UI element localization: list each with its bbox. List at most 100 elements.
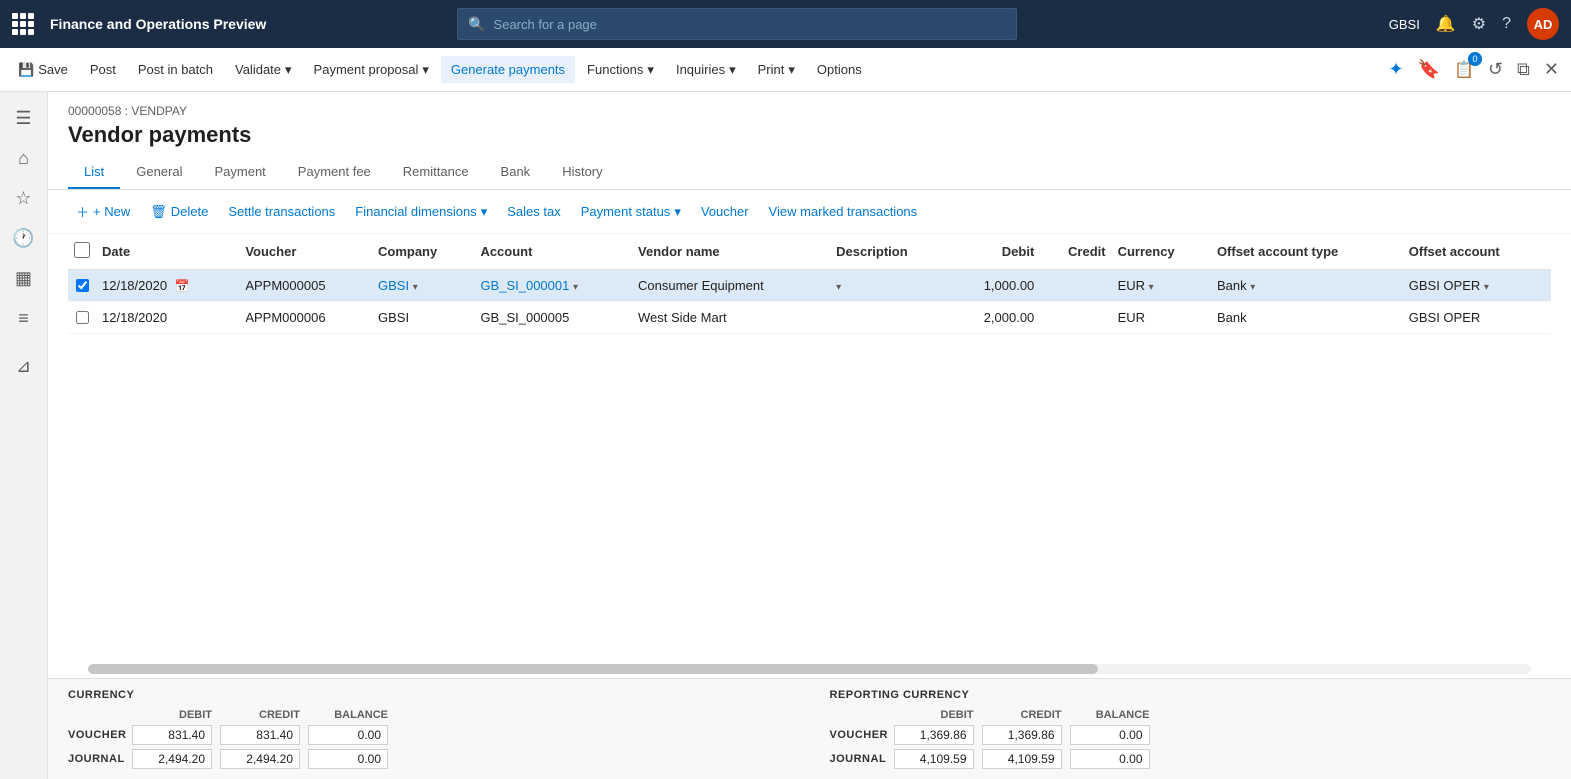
refresh-icon[interactable]: ↺ xyxy=(1484,55,1507,84)
col-header-company: Company xyxy=(372,234,474,270)
top-bar-right: GBSI 🔔 ⚙ ? AD xyxy=(1389,8,1559,40)
close-icon[interactable]: ✕ xyxy=(1540,55,1563,84)
delete-button[interactable]: 🗑 Delete xyxy=(142,200,216,224)
validate-chevron-icon: ▾ xyxy=(285,62,292,78)
scrollbar-track[interactable] xyxy=(88,664,1531,674)
inquiries-button[interactable]: Inquiries ▾ xyxy=(666,56,746,84)
delete-icon: 🗑 xyxy=(150,204,167,220)
offset-account-dropdown-icon[interactable]: ▾ xyxy=(1484,282,1489,293)
financial-dimensions-button[interactable]: Financial dimensions ▾ xyxy=(347,200,495,224)
notification-icon[interactable]: 🔔 xyxy=(1436,14,1456,34)
sidebar-list-icon[interactable]: ≡ xyxy=(6,300,42,336)
cell-offset-account[interactable]: GBSI OPER ▾ xyxy=(1403,270,1551,302)
col-header-account: Account xyxy=(474,234,632,270)
reporting-journal-row: JOURNAL 4,109.59 4,109.59 0.00 xyxy=(830,749,1552,769)
validate-button[interactable]: Validate ▾ xyxy=(225,56,302,84)
cell-description[interactable]: ▾ xyxy=(830,270,950,302)
post-button[interactable]: Post xyxy=(80,56,126,83)
offset-type-dropdown-icon[interactable]: ▾ xyxy=(1250,282,1255,293)
sidebar-home-icon[interactable]: ⌂ xyxy=(6,140,42,176)
cell-credit xyxy=(1040,302,1111,334)
bookmark-icon[interactable]: 🔖 xyxy=(1414,55,1444,84)
settle-transactions-button[interactable]: Settle transactions xyxy=(220,200,343,223)
sidebar-star-icon[interactable]: ☆ xyxy=(6,180,42,216)
sidebar-grid-icon[interactable]: ▦ xyxy=(6,260,42,296)
cell-company: GBSI xyxy=(372,302,474,334)
cell-company[interactable]: GBSI ▾ xyxy=(372,270,474,302)
currency-summary-title: CURRENCY xyxy=(68,689,790,701)
options-button[interactable]: Options xyxy=(807,56,872,83)
currency-journal-balance: 0.00 xyxy=(308,749,388,769)
col-header-offset-account: Offset account xyxy=(1403,234,1551,270)
tab-list[interactable]: List xyxy=(68,156,120,189)
help-icon[interactable]: ? xyxy=(1502,15,1511,33)
sidebar-recent-icon[interactable]: 🕐 xyxy=(6,220,42,256)
cell-offset-account-type[interactable]: Bank ▾ xyxy=(1211,270,1403,302)
open-new-icon[interactable]: ⧉ xyxy=(1513,55,1534,84)
row-checkbox[interactable] xyxy=(76,279,89,292)
sales-tax-button[interactable]: Sales tax xyxy=(499,200,568,223)
row-checkbox-cell[interactable] xyxy=(68,302,96,334)
currency-voucher-row: VOUCHER 831.40 831.40 0.00 xyxy=(68,725,790,745)
reporting-debit-header: DEBIT xyxy=(894,709,974,721)
generate-payments-button[interactable]: Generate payments xyxy=(441,56,575,83)
cell-currency[interactable]: EUR ▾ xyxy=(1112,270,1211,302)
reporting-journal-label: JOURNAL xyxy=(830,753,886,765)
app-grid-icon[interactable] xyxy=(12,13,34,35)
tab-general[interactable]: General xyxy=(120,156,198,189)
select-all-checkbox[interactable] xyxy=(74,242,90,258)
scrollbar-thumb[interactable] xyxy=(88,664,1098,674)
filter-icon[interactable]: ⊿ xyxy=(6,348,42,384)
row-checkbox[interactable] xyxy=(76,311,89,324)
new-button[interactable]: ＋ + New xyxy=(68,198,138,225)
save-button[interactable]: 💾 Save xyxy=(8,56,78,84)
table-row[interactable]: 12/18/2020 📅 APPM000005 GBSI ▾ GB_SI_000… xyxy=(68,270,1551,302)
toolbar: 💾 Save Post Post in batch Validate ▾ Pay… xyxy=(0,48,1571,92)
reporting-journal-credit: 4,109.59 xyxy=(982,749,1062,769)
row-checkbox-cell[interactable] xyxy=(68,270,96,302)
reporting-credit-header: CREDIT xyxy=(982,709,1062,721)
company-dropdown-icon[interactable]: ▾ xyxy=(413,282,418,293)
tab-payment[interactable]: Payment xyxy=(198,156,281,189)
cell-debit: 2,000.00 xyxy=(950,302,1040,334)
main-layout: ☰ ⌂ ☆ 🕐 ▦ ≡ ⊿ 00000058 : VENDPAY Vendor … xyxy=(0,92,1571,779)
favorite-icon[interactable]: ✦ xyxy=(1385,55,1408,84)
cell-account[interactable]: GB_SI_000001 ▾ xyxy=(474,270,632,302)
col-header-currency: Currency xyxy=(1112,234,1211,270)
search-box[interactable]: 🔍 xyxy=(457,8,1017,40)
tab-history[interactable]: History xyxy=(546,156,618,189)
print-button[interactable]: Print ▾ xyxy=(748,56,805,84)
table-row[interactable]: 12/18/2020 APPM000006 GBSI GB_SI_000005 … xyxy=(68,302,1551,334)
toolbar-right: ✦ 🔖 📋 0 ↺ ⧉ ✕ xyxy=(1385,55,1563,84)
reporting-journal-debit: 4,109.59 xyxy=(894,749,974,769)
functions-button[interactable]: Functions ▾ xyxy=(577,56,664,84)
breadcrumb: 00000058 : VENDPAY xyxy=(68,104,1551,118)
user-avatar[interactable]: AD xyxy=(1527,8,1559,40)
currency-voucher-credit: 831.40 xyxy=(220,725,300,745)
bottom-summary: CURRENCY DEBIT CREDIT BALANCE VOUCHER 83… xyxy=(48,678,1571,779)
currency-voucher-balance: 0.00 xyxy=(308,725,388,745)
settings-icon[interactable]: ⚙ xyxy=(1472,14,1486,34)
cell-account: GB_SI_000005 xyxy=(474,302,632,334)
view-marked-button[interactable]: View marked transactions xyxy=(761,200,926,223)
select-all-header[interactable] xyxy=(68,234,96,270)
horizontal-scrollbar-area[interactable] xyxy=(48,660,1571,678)
payment-status-button[interactable]: Payment status ▾ xyxy=(573,200,689,224)
account-dropdown-icon[interactable]: ▾ xyxy=(573,282,578,293)
tab-remittance[interactable]: Remittance xyxy=(387,156,485,189)
description-dropdown-icon[interactable]: ▾ xyxy=(836,282,841,293)
tab-bank[interactable]: Bank xyxy=(485,156,547,189)
calendar-icon[interactable]: 📅 xyxy=(175,279,190,293)
reporting-voucher-credit: 1,369.86 xyxy=(982,725,1062,745)
tab-payment-fee[interactable]: Payment fee xyxy=(282,156,387,189)
post-batch-button[interactable]: Post in batch xyxy=(128,56,223,83)
cell-date: 12/18/2020 xyxy=(96,302,239,334)
sidebar-menu-icon[interactable]: ☰ xyxy=(6,100,42,136)
voucher-button[interactable]: Voucher xyxy=(693,200,757,223)
currency-dropdown-icon[interactable]: ▾ xyxy=(1149,282,1154,293)
col-header-date: Date xyxy=(96,234,239,270)
search-input[interactable] xyxy=(494,17,1007,32)
notification-count-icon[interactable]: 📋 0 xyxy=(1450,56,1478,84)
currency-summary: CURRENCY DEBIT CREDIT BALANCE VOUCHER 83… xyxy=(68,689,790,769)
payment-proposal-button[interactable]: Payment proposal ▾ xyxy=(304,56,439,84)
